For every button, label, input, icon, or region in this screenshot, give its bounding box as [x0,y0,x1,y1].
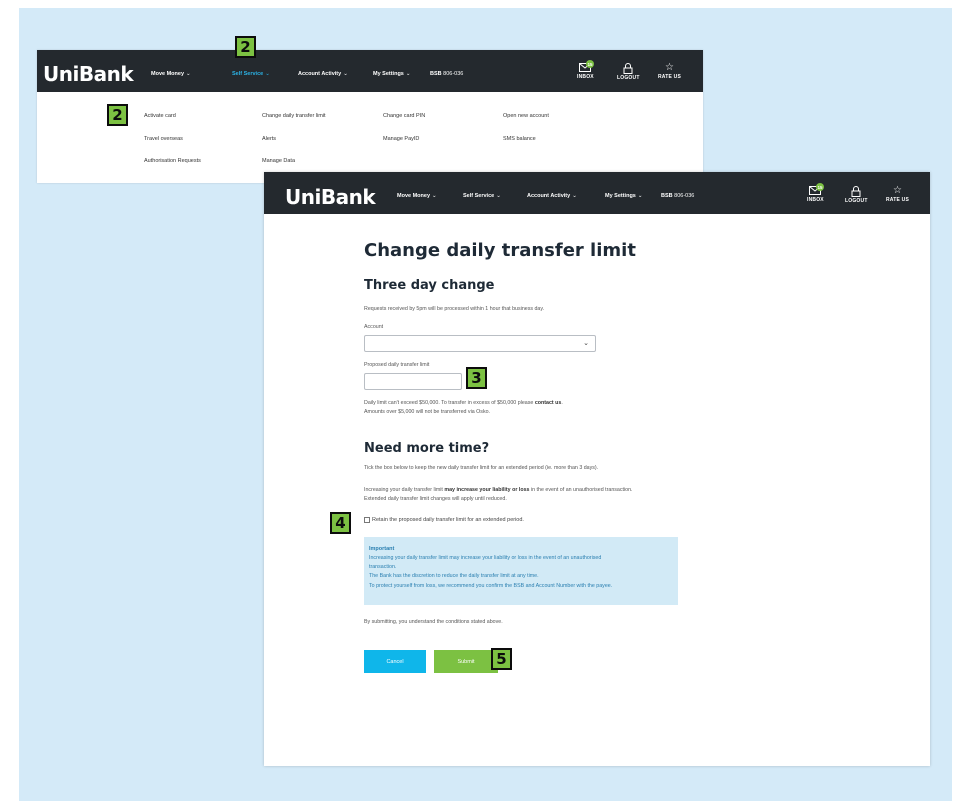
nav-move-money[interactable]: Move Money ⌄ [397,193,437,199]
important-title: Important [369,546,395,552]
checkbox-label: Retain the proposed daily transfer limit… [372,517,524,523]
menu-change-daily-transfer-limit[interactable]: Change daily transfer limit [262,113,326,119]
chevron-down-icon: ⌄ [583,340,589,347]
important-line: The Bank has the discretion to reduce th… [369,573,539,580]
important-line: To protect yourself from loss, we recomm… [369,582,613,589]
unibank-logo[interactable]: UniBank [43,62,134,86]
inbox-count-badge: 15 [586,60,594,68]
inbox-button[interactable]: 15 INBOX [807,183,824,203]
star-icon: ☆ [665,62,674,73]
step-marker-limit: 3 [466,367,487,389]
nav-my-settings[interactable]: My Settings ⌄ [605,193,642,199]
page-title: Change daily transfer limit [364,240,636,261]
extended-period-checkbox[interactable] [364,517,370,523]
menu-sms-balance[interactable]: SMS balance [503,136,536,142]
step-marker-menu: 2 [107,104,128,126]
three-day-change-heading: Three day change [364,278,495,293]
cancel-button[interactable]: Cancel [364,650,426,673]
important-notice: Important Increasing your daily transfer… [364,537,678,605]
unibank-logo[interactable]: UniBank [285,185,376,209]
site-header: UniBank Move Money ⌄ Self Service ⌄ Accoun… [264,172,930,214]
menu-manage-data[interactable]: Manage Data [262,158,295,164]
limit-input[interactable] [364,373,462,390]
nav-account-activity[interactable]: Account Activity ⌄ [298,71,348,77]
limit-note: Daily limit can't exceed $50,000. To tra… [364,400,563,415]
form-window: UniBank Move Money ⌄ Self Service ⌄ Accoun… [264,172,930,766]
nav-my-settings[interactable]: My Settings ⌄ [373,71,410,77]
important-line: Increasing your daily transfer limit may… [369,555,602,561]
account-select[interactable]: ⌄ [364,335,596,352]
extended-desc: Tick the box below to keep the new daily… [364,465,599,471]
menu-authorisation-requests[interactable]: Authorisation Requests [144,158,201,164]
logout-button[interactable]: LOGOUT [617,63,640,81]
site-header: UniBank Move Money ⌄ Self Service ⌄ Accoun… [37,50,703,92]
star-icon: ☆ [893,185,902,196]
need-more-time-heading: Need more time? [364,441,490,456]
nav-self-service[interactable]: Self Service ⌄ [463,193,501,199]
limit-label: Proposed daily transfer limit [364,362,430,368]
lock-icon [851,186,861,197]
rate-us-button[interactable]: ☆ RATE US [658,62,681,80]
logout-button[interactable]: LOGOUT [845,186,868,204]
processing-note: Requests received by 5pm will be process… [364,306,545,312]
submission-disclaimer: By submitting, you understand the condit… [364,619,503,625]
menu-travel-overseas[interactable]: Travel overseas [144,136,183,142]
inbox-count-badge: 15 [816,183,824,191]
menu-window: UniBank Move Money ⌄ Self Service ⌄ Accoun… [37,50,703,183]
rate-us-button[interactable]: ☆ RATE US [886,185,909,203]
nav-move-money[interactable]: Move Money ⌄ [151,71,191,77]
menu-alerts[interactable]: Alerts [262,136,276,142]
account-label: Account [364,324,384,330]
step-marker-nav: 2 [235,36,256,58]
bsb-display: BSB 806-036 [661,193,695,199]
extended-period-option[interactable]: Retain the proposed daily transfer limit… [364,517,524,523]
bsb-display: BSB 806-036 [430,71,464,77]
submit-button[interactable]: Submit [434,650,498,673]
lock-icon [623,63,633,74]
contact-us-link[interactable]: contact us [535,400,562,406]
important-line: transaction. [369,564,397,571]
step-marker-checkbox: 4 [330,512,351,534]
inbox-button[interactable]: 15 INBOX [577,60,594,80]
menu-manage-payid[interactable]: Manage PayID [383,136,419,142]
nav-account-activity[interactable]: Account Activity ⌄ [527,193,577,199]
nav-self-service[interactable]: Self Service ⌄ [232,71,270,77]
menu-open-new-account[interactable]: Open new account [503,113,549,119]
step-marker-submit: 5 [491,648,512,670]
menu-change-card-pin[interactable]: Change card PIN [383,113,425,119]
menu-activate-card[interactable]: Activate card [144,113,176,119]
risk-note: Increasing your daily transfer limit may… [364,487,633,502]
